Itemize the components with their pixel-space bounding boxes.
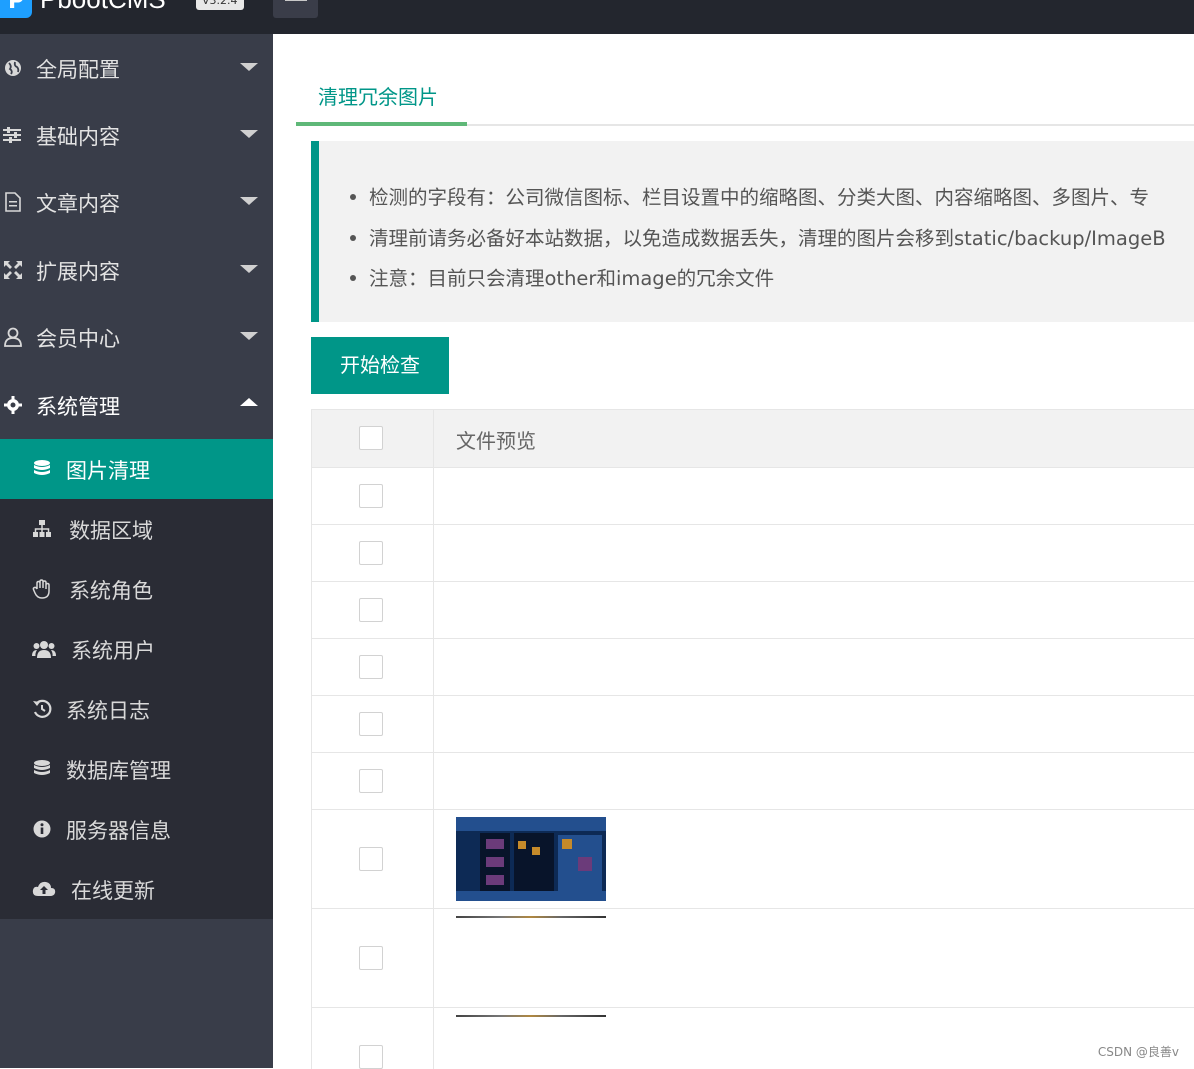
sidebar-item-label: 系统管理 [36, 395, 120, 419]
table-row [312, 1008, 1194, 1069]
column-header-file-preview: 文件预览 [456, 429, 536, 453]
gear-icon [4, 396, 22, 414]
file-preview-image[interactable] [456, 817, 606, 901]
sidebar-item-label: 文章内容 [36, 192, 120, 216]
file-preview-image[interactable] [456, 1015, 606, 1017]
table-row [312, 582, 1194, 639]
sidebar-item-server-info[interactable]: 服务器信息 [0, 799, 273, 859]
sidebar-item-label: 系统角色 [69, 579, 153, 603]
top-bar: P PbootCMS V3.2.4 [0, 0, 1194, 34]
sidebar-item-online-update[interactable]: 在线更新 [0, 859, 273, 919]
sidebar-item-basic-content[interactable]: 基础内容 [0, 101, 273, 169]
sidebar-item-database-management[interactable]: 数据库管理 [0, 739, 273, 799]
sitemap-icon [33, 520, 51, 537]
select-all-checkbox[interactable] [359, 426, 383, 450]
row-checkbox[interactable] [359, 712, 383, 736]
table-row [312, 909, 1194, 1008]
file-table: 文件预览 [311, 409, 1194, 1069]
notice-box: 检测的字段有：公司微信图标、栏目设置中的缩略图、分类大图、内容缩略图、多图片、专… [311, 141, 1194, 322]
sidebar-item-global-config[interactable]: 全局配置 [0, 34, 273, 102]
tab-cleanup-images[interactable]: 清理冗余图片 [296, 78, 467, 124]
sidebar-item-system-management[interactable]: 系统管理 [0, 371, 273, 439]
row-checkbox[interactable] [359, 769, 383, 793]
database-icon [34, 760, 50, 775]
sidebar-item-system-users[interactable]: 系统用户 [0, 619, 273, 679]
sidebar-item-label: 扩展内容 [36, 260, 120, 284]
row-checkbox[interactable] [359, 655, 383, 679]
sidebar-item-label: 在线更新 [71, 879, 155, 903]
sidebar-item-data-area[interactable]: 数据区域 [0, 499, 273, 559]
notice-item: 清理前请务必备好本站数据，以免造成数据丢失，清理的图片会移到static/bac… [350, 222, 1166, 251]
globe-icon [5, 60, 21, 76]
sidebar-item-system-log[interactable]: 系统日志 [0, 679, 273, 739]
history-icon [33, 699, 52, 718]
row-checkbox[interactable] [359, 541, 383, 565]
expand-icon [4, 261, 22, 279]
sidebar-item-label: 系统日志 [66, 699, 150, 723]
chevron-down-icon [240, 63, 258, 71]
watermark: CSDN @良善v [1097, 1045, 1179, 1059]
menu-toggle-button[interactable] [273, 0, 318, 18]
sidebar-item-article-content[interactable]: 文章内容 [0, 168, 273, 236]
sidebar-item-member-center[interactable]: 会员中心 [0, 303, 273, 371]
sidebar: 全局配置 基础内容 文章内容 扩展内容 会员中心 系统管理 图片清理 数据区域 [0, 34, 273, 1068]
sidebar-item-system-roles[interactable]: 系统角色 [0, 559, 273, 619]
chevron-down-icon [240, 265, 258, 273]
chevron-down-icon [240, 332, 258, 340]
database-icon [34, 460, 50, 475]
notice-item: 注意：目前只会清理other和image的冗余文件 [349, 262, 774, 291]
sidebar-item-extend-content[interactable]: 扩展内容 [0, 236, 273, 304]
table-row [312, 753, 1194, 810]
chevron-up-icon [240, 398, 258, 406]
brand-name: PbootCMS [40, 0, 166, 15]
sidebar-item-label: 数据区域 [69, 519, 153, 543]
tab-label: 清理冗余图片 [318, 85, 438, 109]
chevron-down-icon [240, 197, 258, 205]
sidebar-item-label: 图片清理 [66, 459, 150, 483]
table-row [312, 468, 1194, 525]
notice-item: 检测的字段有：公司微信图标、栏目设置中的缩略图、分类大图、内容缩略图、多图片、专 [349, 181, 1149, 210]
row-checkbox[interactable] [359, 847, 383, 871]
logo-icon[interactable]: P [0, 0, 32, 18]
file-preview-image[interactable] [456, 916, 606, 918]
sidebar-item-image-cleanup[interactable]: 图片清理 [0, 439, 273, 499]
table-row [312, 639, 1194, 696]
chevron-down-icon [240, 130, 258, 138]
start-check-button[interactable]: 开始检查 [311, 337, 449, 394]
sidebar-item-label: 会员中心 [36, 327, 120, 351]
row-checkbox[interactable] [359, 484, 383, 508]
row-checkbox[interactable] [359, 598, 383, 622]
sidebar-item-label: 服务器信息 [66, 819, 171, 843]
sliders-icon [3, 127, 21, 143]
hamburger-icon [285, 0, 307, 1]
sidebar-item-label: 全局配置 [36, 58, 120, 82]
sidebar-item-label: 基础内容 [36, 125, 120, 149]
sidebar-item-label: 数据库管理 [66, 759, 171, 783]
tab-active-indicator [296, 122, 467, 126]
user-icon [4, 327, 22, 347]
table-row [312, 525, 1194, 582]
sidebar-submenu: 图片清理 数据区域 系统角色 系统用户 系统日志 数据库管理 服务器信息 在线更… [0, 439, 273, 919]
row-checkbox[interactable] [359, 1045, 383, 1069]
table-row [312, 810, 1194, 909]
table-header: 文件预览 [312, 410, 1194, 468]
users-icon [32, 641, 56, 658]
cloud-upload-icon [32, 881, 56, 896]
table-row [312, 696, 1194, 753]
version-badge: V3.2.4 [196, 0, 244, 10]
file-icon [5, 192, 21, 212]
hand-icon [32, 579, 50, 599]
info-icon [33, 820, 51, 838]
sidebar-item-label: 系统用户 [71, 639, 155, 663]
row-checkbox[interactable] [359, 946, 383, 970]
